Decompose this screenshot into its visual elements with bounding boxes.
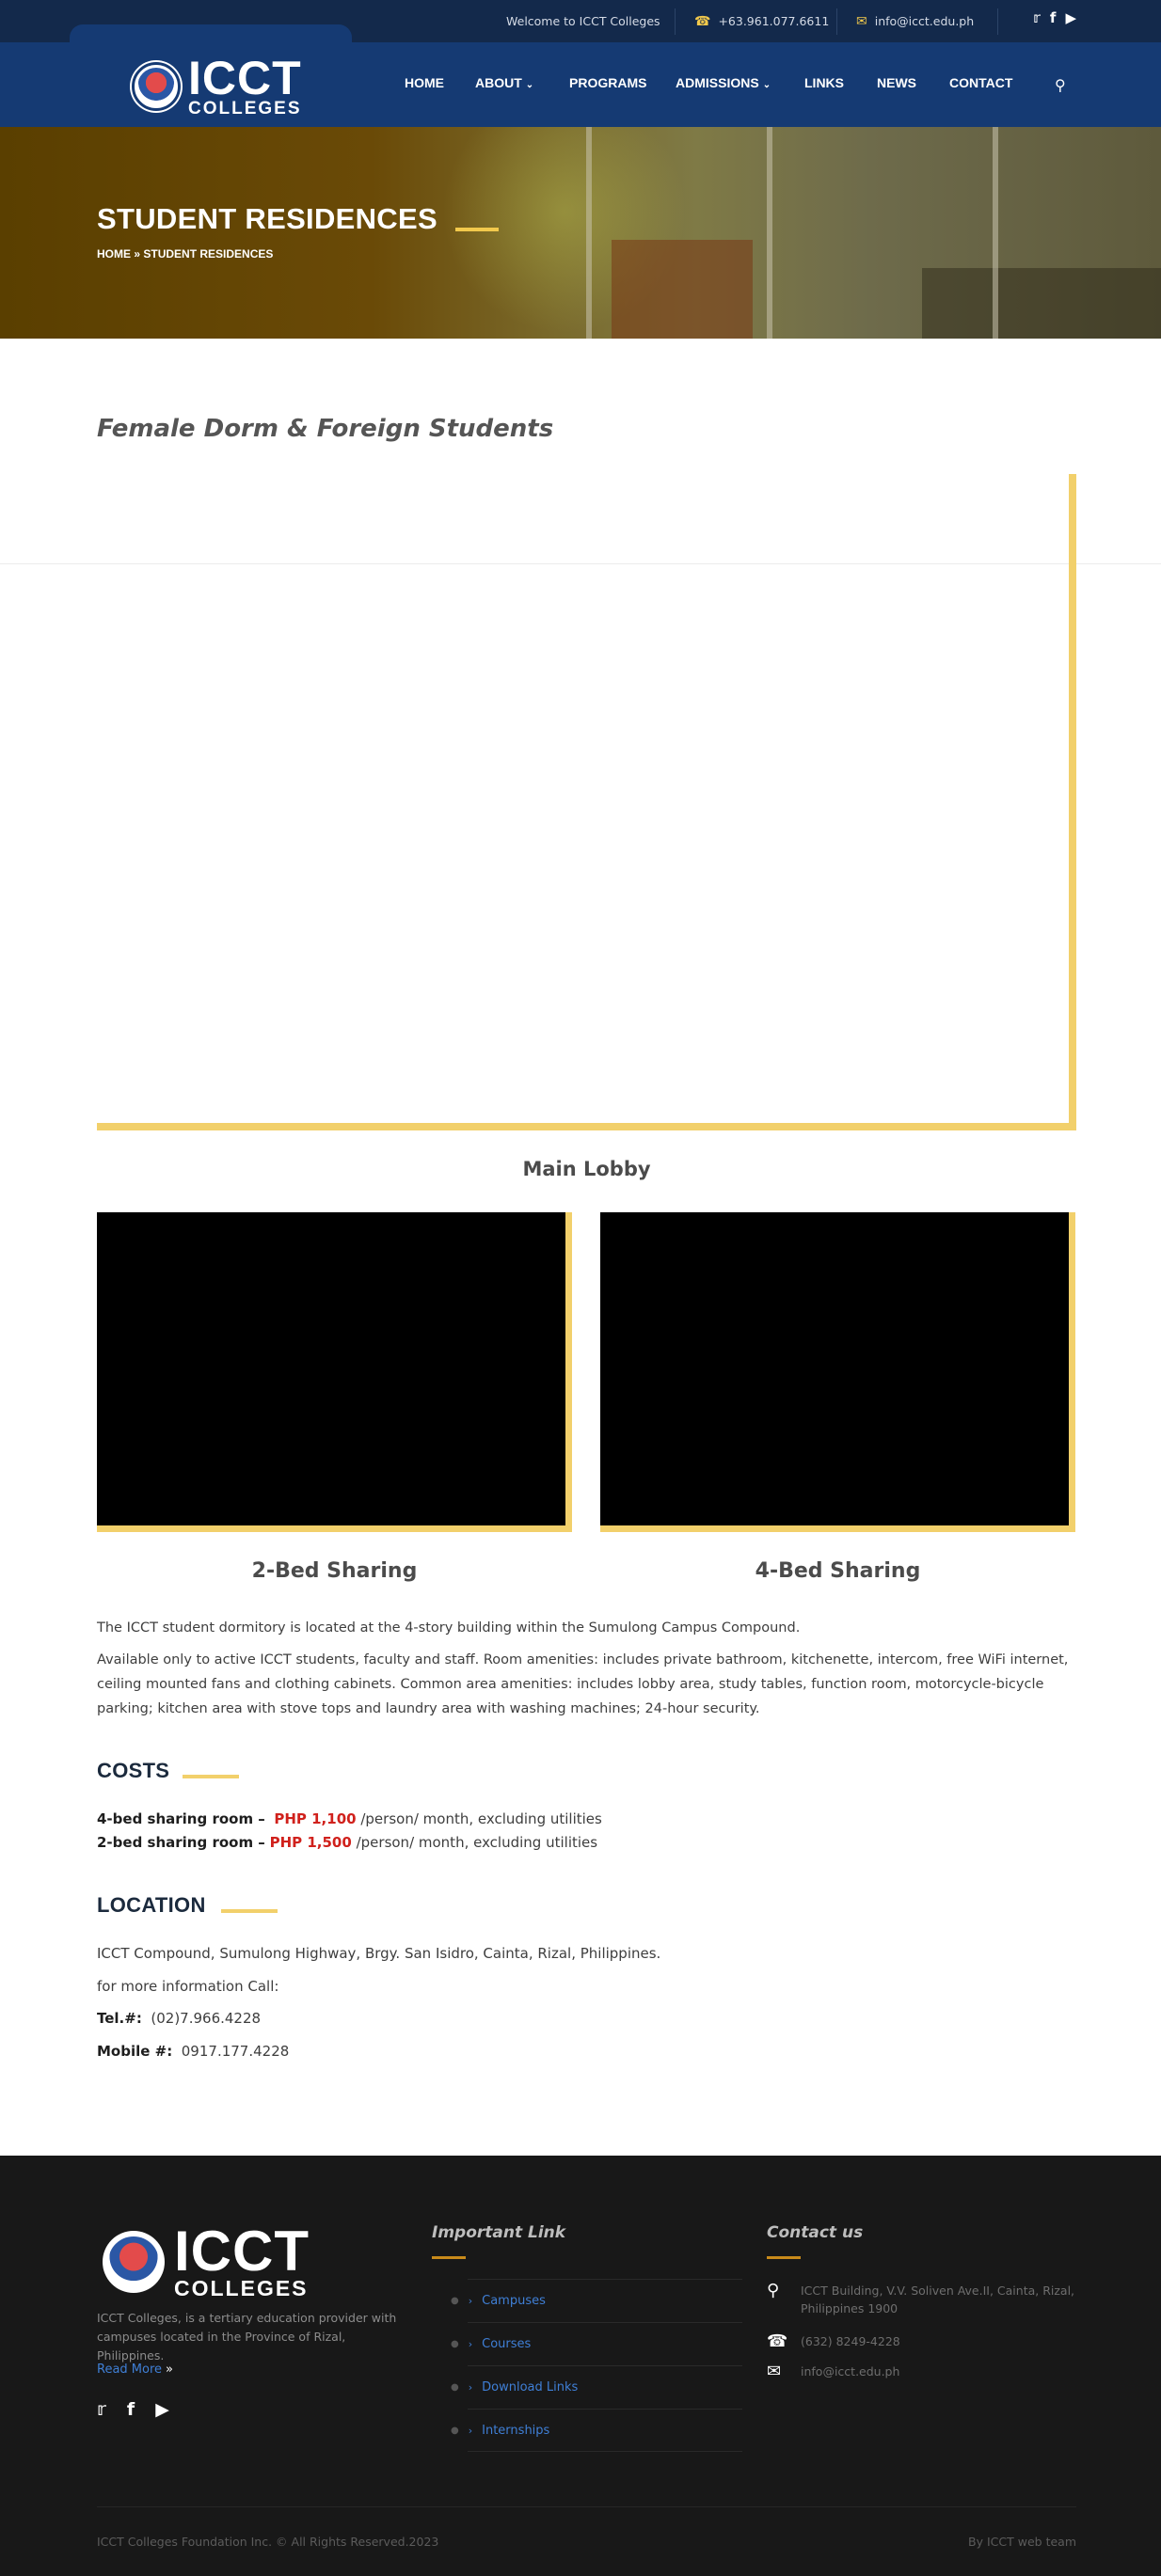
tel-row: Tel.#: (02)7.966.4228 [97, 2010, 262, 2027]
important-link-heading: Important Link [432, 2223, 566, 2242]
cost-2-bed: 2-bed sharing room – PHP 1,500 /person/ … [97, 1834, 598, 1851]
college-seal-icon [132, 61, 181, 111]
divider [97, 2506, 1076, 2507]
footer-description: ICCT Colleges, is a tertiary education p… [97, 2311, 397, 2363]
logo-tab [70, 24, 352, 43]
hero-banner: STUDENT RESIDENCES HOME » STUDENT RESIDE… [0, 127, 1161, 339]
college-seal-icon [103, 2230, 165, 2293]
frame-accent [1069, 474, 1076, 1130]
hero-window [586, 127, 774, 339]
divider [836, 8, 837, 35]
footer-link-internships[interactable]: ● › Internships [451, 2409, 742, 2452]
nav-admissions[interactable]: ADMISSIONS ⌄ [676, 75, 771, 90]
video-caption-4-bed: 4-Bed Sharing [755, 1559, 921, 1583]
amenities-text: Available only to active ICCT students, … [97, 1652, 1069, 1716]
topbar-phone[interactable]: ☎ +63.961.077.6611 [694, 0, 829, 42]
price: PHP 1,500 [269, 1834, 352, 1851]
nav-home[interactable]: HOME [405, 75, 444, 90]
frame-accent [565, 1212, 572, 1532]
breadcrumb: HOME » STUDENT RESIDENCES [97, 247, 274, 261]
read-more-link[interactable]: Read More» [97, 2363, 173, 2377]
section-subtitle: Female Dorm & Foreign Students [97, 415, 554, 443]
footer-social: 𝕣 f ▶ [97, 2399, 169, 2420]
frame-accent [97, 1123, 1076, 1130]
heading-underline [183, 1775, 239, 1778]
heading-underline [221, 1909, 278, 1913]
dorm-location-text: The ICCT student dormitory is located at… [97, 1620, 801, 1636]
nav-about[interactable]: ABOUT ⌄ [475, 75, 533, 90]
facebook-icon[interactable]: f [127, 2399, 135, 2420]
credit-text: By ICCT web team [968, 2535, 1076, 2549]
divider [675, 8, 676, 35]
page-title: STUDENT RESIDENCES [97, 202, 437, 235]
heading-underline [432, 2256, 466, 2259]
envelope-icon: ✉ [767, 2362, 782, 2381]
twitter-icon[interactable]: 𝕣 [1033, 9, 1041, 26]
video-player[interactable] [97, 1212, 565, 1525]
chevron-right-icon: › [468, 2295, 473, 2307]
hero-window [993, 127, 1161, 339]
welcome-text: Welcome to ICCT Colleges [506, 14, 660, 28]
youtube-icon[interactable]: ▶ [1065, 9, 1076, 26]
hero-window [767, 127, 993, 339]
footer-link-downloads[interactable]: ● › Download Links [451, 2365, 742, 2409]
chevron-right-icon: › [468, 2338, 473, 2350]
price: PHP 1,100 [274, 1810, 357, 1827]
logo-text: ICCT COLLEGES [188, 52, 302, 119]
heading-underline [767, 2256, 801, 2259]
nav-news[interactable]: NEWS [877, 75, 916, 90]
topbar-email[interactable]: ✉ info@icct.edu.ph [856, 0, 974, 42]
youtube-icon[interactable]: ▶ [155, 2399, 169, 2420]
twitter-icon[interactable]: 𝕣 [97, 2399, 106, 2420]
more-info-text: for more information Call: [97, 1978, 279, 1995]
footer-links: ● › Campuses ● › Courses ● › Download Links ● ›… [451, 2279, 742, 2452]
phone-icon: ☎ [767, 2331, 788, 2351]
cost-4-bed: 4-bed sharing room – PHP 1,100 /person/ … [97, 1810, 602, 1827]
footer-link-campuses[interactable]: ● › Campuses [451, 2279, 742, 2322]
phone-icon: ☎ [694, 13, 711, 29]
topbar-social: 𝕣 f ▶ [1033, 9, 1076, 26]
mobile-row: Mobile #: 0917.177.4228 [97, 2043, 290, 2060]
mobile-value[interactable]: 0917.177.4228 [182, 2043, 290, 2060]
footer-logo[interactable]: ICCT COLLEGES [103, 2223, 310, 2299]
double-chevron-icon: » [166, 2363, 173, 2377]
search-icon[interactable]: ⚲ [1055, 76, 1066, 94]
costs-heading: COSTS [97, 1759, 170, 1782]
contact-heading: Contact us [767, 2223, 864, 2242]
nav-programs[interactable]: PROGRAMS [569, 75, 646, 90]
envelope-icon: ✉ [856, 13, 867, 29]
video-4-bed[interactable] [600, 1212, 1075, 1532]
breadcrumb-home[interactable]: HOME [97, 247, 131, 261]
title-underline [455, 228, 499, 231]
breadcrumb-current: STUDENT RESIDENCES [143, 247, 274, 261]
copyright-text: ICCT Colleges Foundation Inc. © All Righ… [97, 2535, 439, 2549]
chevron-down-icon: ⌄ [762, 80, 771, 90]
main-lobby-media[interactable] [97, 474, 1076, 1130]
video-2-bed[interactable] [97, 1212, 572, 1532]
frame-accent [600, 1525, 1075, 1532]
nav-contact[interactable]: CONTACT [949, 75, 1012, 90]
video-caption-2-bed: 2-Bed Sharing [251, 1559, 418, 1583]
chevron-down-icon: ⌄ [525, 80, 534, 90]
address-text: ICCT Compound, Sumulong Highway, Brgy. S… [97, 1945, 661, 1962]
chevron-right-icon: › [468, 2424, 473, 2437]
divider [997, 8, 998, 35]
frame-accent [1069, 1212, 1075, 1532]
tel-value[interactable]: (02)7.966.4228 [151, 2010, 261, 2027]
map-pin-icon: ⚲ [767, 2281, 780, 2300]
main-lobby-caption: Main Lobby [522, 1158, 651, 1180]
nav-links[interactable]: LINKS [804, 75, 844, 90]
site-logo[interactable]: ICCT COLLEGES [132, 55, 302, 118]
facebook-icon[interactable]: f [1050, 9, 1057, 26]
chevron-right-icon: › [468, 2381, 473, 2394]
frame-accent [97, 1525, 572, 1532]
video-player[interactable] [600, 1212, 1069, 1525]
footer-link-courses[interactable]: ● › Courses [451, 2322, 742, 2365]
location-heading: LOCATION [97, 1893, 206, 1917]
